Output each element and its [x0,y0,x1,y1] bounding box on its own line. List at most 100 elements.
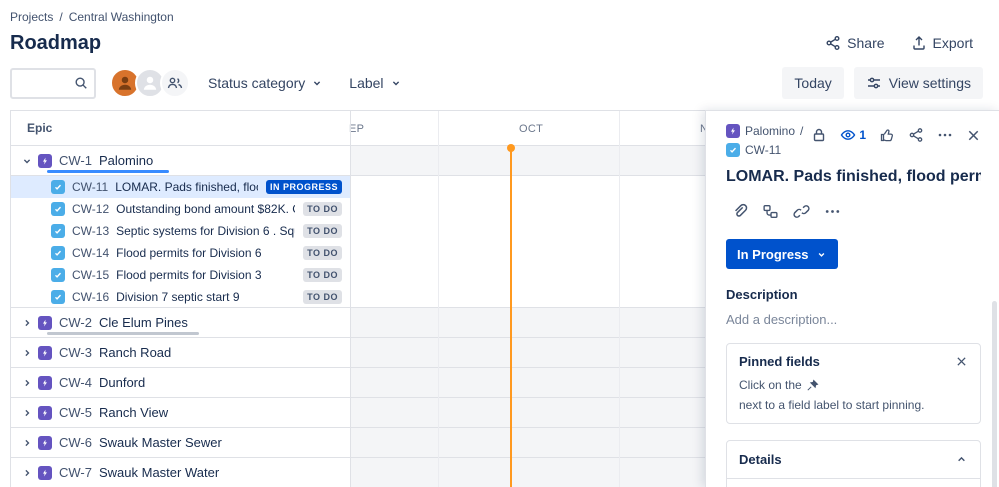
epic-key: CW-4 [59,375,92,390]
chevron-right-icon[interactable] [19,467,35,479]
epic-name: Dunford [98,375,146,390]
list-timeline-divider [350,111,351,487]
epic-name: Swauk Master Sewer [98,435,222,450]
epic-name: Swauk Master Water [98,465,220,480]
epic-column-header: Epic [27,121,53,135]
today-label: Today [794,75,832,91]
chevron-down-icon [311,77,323,89]
today-button[interactable]: Today [782,67,844,99]
pinned-fields-title: Pinned fields [739,354,820,369]
month-label: OCT [519,123,544,135]
add-child-issue-icon[interactable] [757,198,784,224]
epic-name: Ranch Road [98,345,172,360]
chevron-down-icon[interactable] [19,155,35,167]
chevron-down-icon [816,249,827,260]
search-input[interactable] [12,75,70,91]
chevron-right-icon[interactable] [19,377,35,389]
pinned-hint-suffix: next to a field label to start pinning. [739,398,925,413]
description-placeholder[interactable]: Add a description... [726,312,981,327]
issue-detail-panel: Palomino / CW-11 1 LOMAR. Pads finished,… [705,110,999,487]
status-badge: TO DO [303,289,342,304]
breadcrumb-project-link[interactable]: Central Washington [69,10,174,24]
export-label: Export [932,35,973,51]
status-dropdown-button[interactable]: In Progress [726,239,838,269]
link-icon[interactable] [788,198,815,224]
attach-paperclip-icon[interactable] [726,198,753,224]
issue-summary: Flood permits for Division 3 [116,268,262,282]
issue-title[interactable]: LOMAR. Pads finished, flood permits [726,168,981,186]
view-settings-button[interactable]: View settings [853,67,983,99]
epic-icon [38,435,52,450]
today-marker-dot [507,144,515,152]
pinned-fields-hint: Click on the next to a field label to st… [739,377,968,413]
issue-key-link[interactable]: CW-11 [745,143,781,157]
chevron-right-icon[interactable] [19,317,35,329]
parent-epic-link[interactable]: Palomino [745,124,795,138]
panel-scrollbar[interactable] [992,301,997,487]
epic-icon [38,465,52,480]
lock-icon[interactable] [811,127,827,143]
issue-key: CW-14 [72,246,110,260]
epic-icon [38,375,52,390]
status-badge: TO DO [303,202,342,216]
breadcrumb-separator: / [59,10,63,24]
vote-thumbs-up-icon[interactable] [879,127,895,143]
share-button[interactable]: Share [815,29,894,57]
more-actions-icon[interactable] [819,198,846,224]
search-box[interactable] [10,67,96,99]
label-filter-label: Label [349,75,384,91]
description-heading: Description [726,287,798,302]
watch-button[interactable]: 1 [840,127,866,143]
more-actions-icon[interactable] [937,127,953,143]
breadcrumb-projects-link[interactable]: Projects [10,10,53,24]
epic-progress-bar [47,332,199,335]
roadmap-toolbar: Status category Label Today View setting… [0,66,999,100]
task-icon [51,224,65,238]
export-icon [911,35,927,51]
month-label: EP [349,123,365,135]
close-icon[interactable] [955,355,968,368]
issue-key: CW-12 [72,202,110,216]
chevron-right-icon[interactable] [19,407,35,419]
label-filter[interactable]: Label [341,69,409,97]
share-label: Share [847,35,885,51]
avatar-group [110,68,190,98]
page-header: Projects / Central Washington Roadmap Sh… [0,0,999,57]
epic-key: CW-2 [59,315,92,330]
epic-name: Ranch View [98,405,169,420]
export-button[interactable]: Export [901,29,983,57]
issue-summary: Division 7 septic start 9 [116,289,240,304]
show-all-people-button[interactable] [160,68,190,98]
status-category-filter[interactable]: Status category [200,69,331,97]
share-icon [825,35,841,51]
view-settings-label: View settings [888,75,971,91]
status-badge: IN PROGRESS [265,180,342,194]
issue-breadcrumb: Palomino / CW-11 [726,121,803,159]
epic-key: CW-6 [59,435,92,450]
chevron-down-icon [390,77,402,89]
today-marker-line [510,147,512,487]
epic-key: CW-3 [59,345,92,360]
pinned-hint-prefix: Click on the [739,378,802,392]
status-badge: TO DO [303,268,342,282]
issue-key: CW-15 [72,268,110,282]
pin-icon [806,379,819,392]
issue-key: CW-16 [72,289,110,304]
chevron-up-icon[interactable] [955,453,968,466]
task-icon [51,180,65,194]
page-title: Roadmap [10,31,102,54]
status-badge: TO DO [303,224,342,238]
epic-key: CW-1 [59,153,92,168]
close-icon[interactable] [966,128,981,143]
epic-key: CW-5 [59,405,92,420]
share-icon[interactable] [908,127,924,143]
details-title: Details [739,452,782,468]
epic-name: Palomino [98,153,154,168]
chevron-right-icon[interactable] [19,347,35,359]
epic-icon [38,315,52,330]
sliders-icon [866,75,882,91]
epic-name: Cle Elum Pines [98,315,188,330]
status-category-label: Status category [208,75,306,91]
breadcrumb-separator: / [800,123,804,138]
chevron-right-icon[interactable] [19,437,35,449]
